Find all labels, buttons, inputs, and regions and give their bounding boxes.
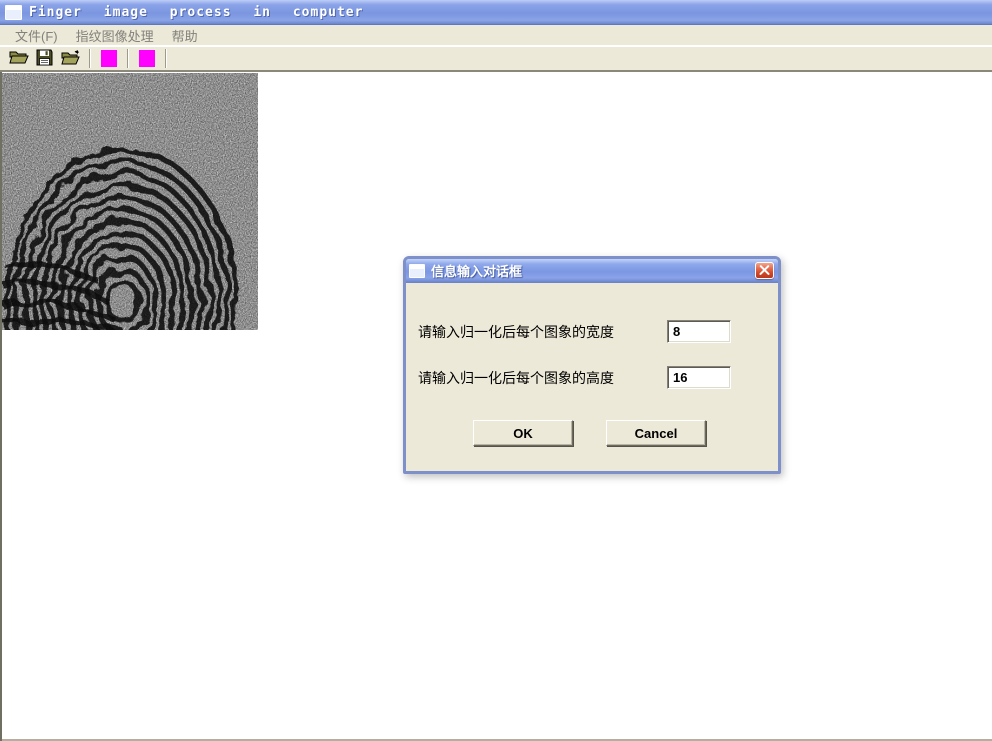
- width-field-label: 请输入归一化后每个图象的宽度: [418, 322, 614, 342]
- toolbar-separator: [127, 49, 129, 68]
- open-folder-arrow-icon: [61, 48, 81, 69]
- height-input[interactable]: [667, 366, 731, 389]
- toolbar-separator: [89, 49, 91, 68]
- menu-help[interactable]: 帮助: [163, 26, 207, 45]
- save-button[interactable]: [32, 48, 57, 70]
- open-file-button[interactable]: [6, 48, 31, 70]
- menu-file[interactable]: 文件(F): [6, 26, 67, 45]
- app-window: Finger image process in computer 文件(F) 指…: [0, 0, 992, 741]
- close-icon: [759, 265, 770, 276]
- dialog-body: 请输入归一化后每个图象的宽度 请输入归一化后每个图象的高度 OK Cancel: [406, 283, 778, 471]
- floppy-save-icon: [36, 49, 53, 69]
- dialog-info-input: 信息输入对话框 请输入归一化后每个图象的宽度 请输入归一化后每个图象的高度 OK…: [403, 256, 781, 474]
- open-folder-button[interactable]: [58, 48, 83, 70]
- magenta-tool-button-2[interactable]: [134, 48, 159, 70]
- height-field-label: 请输入归一化后每个图象的高度: [418, 368, 614, 388]
- titlebar[interactable]: Finger image process in computer: [0, 0, 992, 25]
- close-button[interactable]: [755, 262, 774, 279]
- fingerprint-image: [2, 73, 258, 330]
- dialog-window-icon: [409, 264, 425, 278]
- toolbar: [0, 46, 992, 72]
- app-window-icon: [5, 5, 22, 20]
- magenta-square-icon: [101, 50, 117, 67]
- dialog-titlebar[interactable]: 信息输入对话框: [406, 259, 778, 283]
- cancel-button[interactable]: Cancel: [606, 420, 706, 446]
- magenta-tool-button-1[interactable]: [96, 48, 121, 70]
- width-input[interactable]: [667, 320, 731, 343]
- menu-fingerprint-processing[interactable]: 指纹图像处理: [67, 26, 163, 45]
- menubar: 文件(F) 指纹图像处理 帮助: [0, 25, 992, 46]
- open-folder-icon: [9, 49, 29, 68]
- dialog-title: 信息输入对话框: [431, 261, 522, 280]
- magenta-square-icon: [139, 50, 155, 67]
- toolbar-separator: [165, 49, 167, 68]
- ok-button[interactable]: OK: [473, 420, 573, 446]
- window-title: Finger image process in computer: [29, 5, 363, 20]
